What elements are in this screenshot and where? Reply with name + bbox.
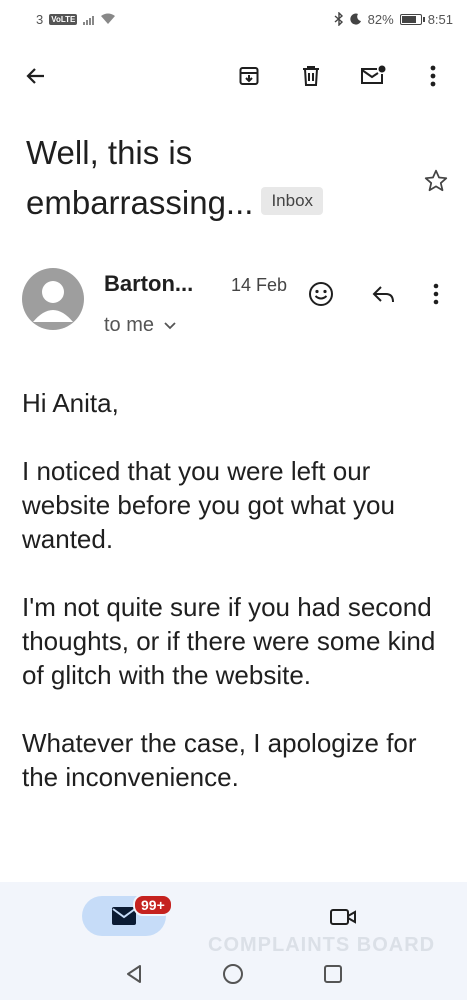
battery-icon <box>399 13 425 25</box>
bottom-navigation: 99+ COMPLAINTS BOARD <box>0 882 467 1000</box>
chevron-down-icon <box>164 321 176 329</box>
add-reaction-button[interactable] <box>301 274 341 314</box>
body-paragraph: I'm not quite sure if you had second tho… <box>22 592 436 690</box>
body-paragraph: I noticed that you were left our website… <box>22 456 395 554</box>
back-arrow-icon <box>26 68 44 84</box>
system-home-button[interactable] <box>217 958 249 990</box>
battery-percent: 82% <box>367 11 394 27</box>
emoji-icon <box>309 282 333 306</box>
email-body: Hi Anita, I noticed that you were left o… <box>22 386 452 828</box>
archive-icon <box>239 67 259 85</box>
mark-unread-icon <box>361 65 386 84</box>
subject-line-2: embarrassing... Inbox <box>26 178 416 228</box>
person-icon <box>33 281 73 322</box>
body-paragraph: Hi Anita, <box>22 388 119 418</box>
volte-badge: VoLTE <box>49 13 78 25</box>
recipient-details-toggle[interactable]: to me <box>104 314 176 337</box>
system-back-button[interactable] <box>118 958 150 990</box>
archive-button[interactable] <box>227 54 271 98</box>
more-vert-icon <box>430 65 436 87</box>
back-button[interactable] <box>14 54 58 98</box>
sender-avatar[interactable] <box>22 268 84 330</box>
more-vert-icon <box>433 283 439 305</box>
meet-tab[interactable] <box>326 902 360 932</box>
delete-icon <box>303 66 319 86</box>
email-subject: Well, this is embarrassing... Inbox <box>26 128 416 228</box>
mark-unread-button[interactable] <box>351 54 395 98</box>
star-button[interactable] <box>414 162 458 200</box>
subject-text-2: embarrassing... <box>26 184 254 221</box>
triangle-back-icon <box>127 965 141 983</box>
wifi-icon <box>101 13 116 24</box>
unread-count-badge: 99+ <box>133 894 173 916</box>
sim-label: 3 <box>36 11 44 27</box>
system-navigation-bar <box>0 954 467 994</box>
status-left: 3 VoLTE <box>36 12 116 27</box>
signal-icon <box>83 14 95 25</box>
reply-button[interactable] <box>364 274 404 314</box>
recipient-text: to me <box>104 314 155 336</box>
message-more-button[interactable] <box>416 274 456 314</box>
moon-icon <box>350 13 361 25</box>
circle-home-icon <box>223 964 243 984</box>
clock: 8:51 <box>427 11 453 27</box>
status-right: 82% 8:51 <box>334 12 453 27</box>
email-date: 14 Feb <box>231 275 288 295</box>
status-bar: 3 VoLTE 82% 8:51 <box>0 0 467 38</box>
square-recents-icon <box>324 965 342 983</box>
subject-line-1: Well, this is <box>26 134 193 171</box>
video-camera-icon <box>330 909 356 925</box>
delete-button[interactable] <box>289 54 333 98</box>
sender-name[interactable]: Barton... <box>104 271 193 297</box>
body-paragraph: Whatever the case, I apologize for the i… <box>22 728 417 792</box>
top-app-bar <box>0 46 467 106</box>
star-icon <box>424 169 448 192</box>
system-recents-button[interactable] <box>317 958 349 990</box>
more-options-button[interactable] <box>411 54 455 98</box>
bluetooth-icon <box>334 12 343 26</box>
reply-icon <box>372 286 394 303</box>
watermark: COMPLAINTS BOARD <box>208 934 436 956</box>
inbox-label-chip[interactable]: Inbox <box>261 187 324 216</box>
battery-fill <box>401 15 416 23</box>
